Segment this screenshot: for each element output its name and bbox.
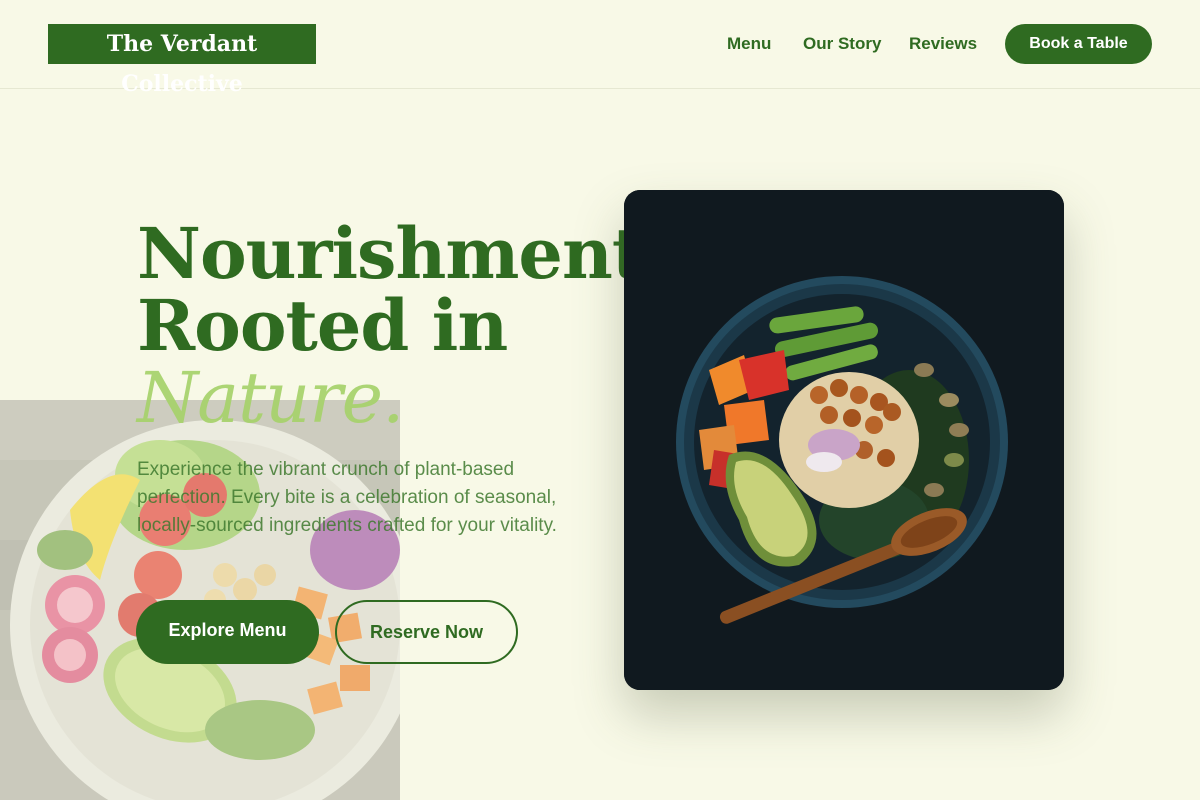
hero-description: Experience the vibrant crunch of plant-b… <box>137 459 557 536</box>
headline-accent: Nature. <box>137 357 404 439</box>
book-table-button[interactable]: Book a Table <box>1005 24 1152 64</box>
headline-line-2: Rooted in <box>137 284 508 367</box>
brand-logo[interactable]: The Verdant Collective <box>48 24 316 97</box>
nav-link-reviews[interactable]: Reviews <box>909 24 977 64</box>
hero-headline: Nourishment Rooted in Nature. <box>137 212 644 439</box>
hero-bowl-image <box>624 190 1064 690</box>
nav-link-our-story[interactable]: Our Story <box>803 24 881 64</box>
explore-menu-button[interactable]: Explore Menu <box>136 600 319 664</box>
headline-line-1: Nourishment <box>137 212 644 295</box>
reserve-now-button[interactable]: Reserve Now <box>335 600 518 664</box>
nav-link-menu[interactable]: Menu <box>727 24 771 64</box>
site-header: The Verdant Collective Menu Our Story Re… <box>0 0 1200 97</box>
